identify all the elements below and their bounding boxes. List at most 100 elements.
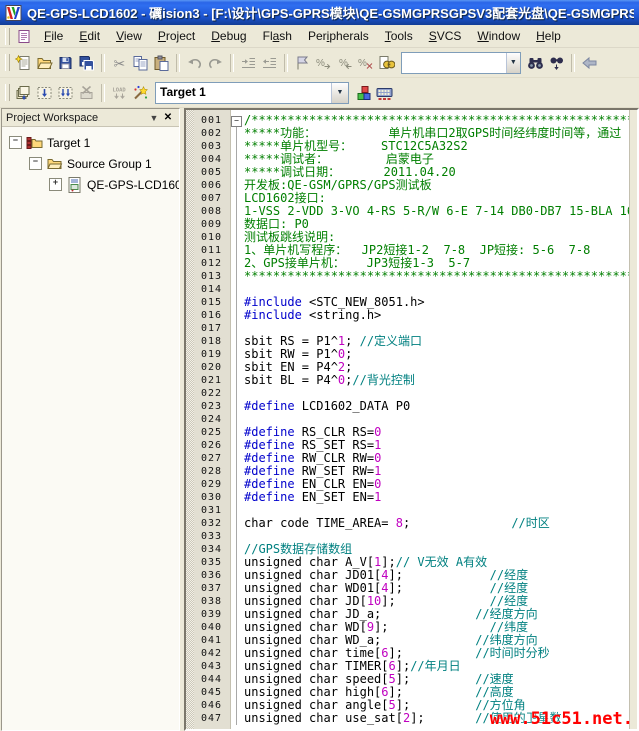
toolbar-file: ✂%%% ▼ <box>0 48 639 78</box>
config-keyboard-button[interactable] <box>374 82 395 104</box>
line-number: 037 <box>194 582 229 595</box>
code-line[interactable]: 013*************************************… <box>186 270 630 283</box>
code-text[interactable]: ****************************************… <box>244 270 630 283</box>
collapse-icon[interactable]: − <box>9 136 22 149</box>
toolbar-grip[interactable] <box>5 54 10 71</box>
new-file-icon <box>15 55 32 71</box>
svg-text:%: % <box>316 58 325 69</box>
chevron-down-icon[interactable]: ▼ <box>147 113 161 123</box>
line-number: 038 <box>194 595 229 608</box>
tree-item-qe-gps-lcd1602[interactable]: + QE-GPS-LCD1602 <box>2 174 179 195</box>
debug-button[interactable] <box>130 82 151 104</box>
menu-debug[interactable]: Debug <box>203 27 254 45</box>
paste-button[interactable] <box>151 52 172 74</box>
tree-item-source-group-1[interactable]: − Source Group 1 <box>2 153 179 174</box>
code-text[interactable]: #define EN_SET EN=1 <box>244 491 381 504</box>
svg-text:✂: ✂ <box>114 55 126 71</box>
tree-item-target-1[interactable]: − Target 1 <box>2 132 179 153</box>
dropdown-arrow-icon[interactable]: ▼ <box>506 53 520 73</box>
line-number: 029 <box>194 478 229 491</box>
code-line[interactable]: 021 sbit BL = P4^0;//背光控制 <box>186 374 630 387</box>
toggle-bookmark-button[interactable] <box>292 52 313 74</box>
menu-window[interactable]: Window <box>469 27 528 45</box>
menu-project[interactable]: Project <box>150 27 203 45</box>
redo-button <box>205 52 226 74</box>
cut-button[interactable]: ✂ <box>109 52 130 74</box>
save-icon <box>57 55 74 71</box>
indent-button[interactable] <box>238 52 259 74</box>
line-number: 012 <box>194 257 229 270</box>
translate-button[interactable] <box>13 82 34 104</box>
open-icon <box>36 55 53 71</box>
code-line[interactable]: 023#define LCD1602_DATA P0 <box>186 400 630 413</box>
new-file-button[interactable] <box>13 52 34 74</box>
code-editor[interactable]: 001−/***********************************… <box>184 108 639 731</box>
line-number: 040 <box>194 621 229 634</box>
toolbar-separator <box>101 84 105 102</box>
line-number: 041 <box>194 634 229 647</box>
prev-bookmark-button[interactable]: % <box>334 52 355 74</box>
code-text[interactable]: sbit BL = P4^0;//背光控制 <box>244 374 415 387</box>
menu-flash[interactable]: Flash <box>255 27 300 45</box>
tree-item-label[interactable]: Source Group 1 <box>67 157 152 171</box>
close-icon[interactable]: ✕ <box>161 112 175 123</box>
menu-tools[interactable]: Tools <box>377 27 421 45</box>
tree-item-label[interactable]: QE-GPS-LCD1602 <box>87 178 179 192</box>
open-button[interactable] <box>34 52 55 74</box>
clear-bookmarks-button[interactable]: % <box>355 52 376 74</box>
menubar-grip[interactable] <box>5 28 10 45</box>
menu-peripherals[interactable]: Peripherals <box>300 27 377 45</box>
line-number: 028 <box>194 465 229 478</box>
tree-item-label[interactable]: Target 1 <box>47 136 90 150</box>
redo-icon <box>207 55 224 71</box>
line-number: 016 <box>194 309 229 322</box>
load-button: LOAD <box>109 82 130 104</box>
menu-file[interactable]: File <box>36 27 71 45</box>
find-in-files-button[interactable] <box>376 52 397 74</box>
dropdown-arrow-icon[interactable]: ▼ <box>331 83 348 103</box>
expand-icon[interactable]: + <box>49 178 62 191</box>
line-number: 030 <box>194 491 229 504</box>
menu-edit[interactable]: Edit <box>71 27 108 45</box>
code-text[interactable]: char code TIME_AREA= 8; //时区 <box>244 517 550 530</box>
code-line[interactable]: 030 #define EN_SET EN=1 <box>186 491 630 504</box>
line-number: 002 <box>194 127 229 140</box>
line-number: 039 <box>194 608 229 621</box>
back-icon <box>581 55 598 71</box>
next-bookmark-button[interactable]: % <box>313 52 334 74</box>
uvision-window: QE-GPS-LCD1602 - 礪ision3 - [F:\设计\GPS-GP… <box>0 0 639 731</box>
find-text-combobox[interactable]: ▼ <box>401 52 521 74</box>
line-number: 021 <box>194 374 229 387</box>
code-text[interactable]: #define LCD1602_DATA P0 <box>244 400 410 413</box>
svg-text:%: % <box>358 58 367 69</box>
find-button[interactable] <box>525 52 546 74</box>
components-button[interactable] <box>353 82 374 104</box>
find-text-input[interactable] <box>402 53 506 73</box>
menu-svcs[interactable]: SVCS <box>421 27 470 45</box>
save-all-button[interactable] <box>76 52 97 74</box>
code-line[interactable]: 016 #include <string.h> <box>186 309 630 322</box>
menu-help[interactable]: Help <box>528 27 569 45</box>
toolbar-separator <box>230 54 234 72</box>
fold-collapse-icon[interactable]: − <box>231 116 242 127</box>
rebuild-button[interactable] <box>55 82 76 104</box>
debug-icon <box>132 85 149 101</box>
code-area[interactable]: 001−/***********************************… <box>186 110 630 729</box>
copy-button[interactable] <box>130 52 151 74</box>
save-button[interactable] <box>55 52 76 74</box>
menu-bar: FileEditViewProjectDebugFlashPeripherals… <box>0 25 639 48</box>
title-bar: QE-GPS-LCD1602 - 礪ision3 - [F:\设计\GPS-GP… <box>0 0 639 25</box>
collapse-icon[interactable]: − <box>29 157 42 170</box>
document-icon[interactable] <box>16 29 33 44</box>
line-number: 027 <box>194 452 229 465</box>
editor-scrollbar[interactable] <box>629 110 637 729</box>
line-number: 022 <box>194 387 229 400</box>
incremental-find-button[interactable] <box>546 52 567 74</box>
target-select[interactable]: Target 1▼ <box>155 82 349 104</box>
code-line[interactable]: 032char code TIME_AREA= 8; //时区 <box>186 517 630 530</box>
menu-view[interactable]: View <box>108 27 150 45</box>
build-button[interactable] <box>34 82 55 104</box>
code-text[interactable]: #include <string.h> <box>244 309 381 322</box>
unindent-button[interactable] <box>259 52 280 74</box>
toolbar-grip[interactable] <box>5 84 10 101</box>
